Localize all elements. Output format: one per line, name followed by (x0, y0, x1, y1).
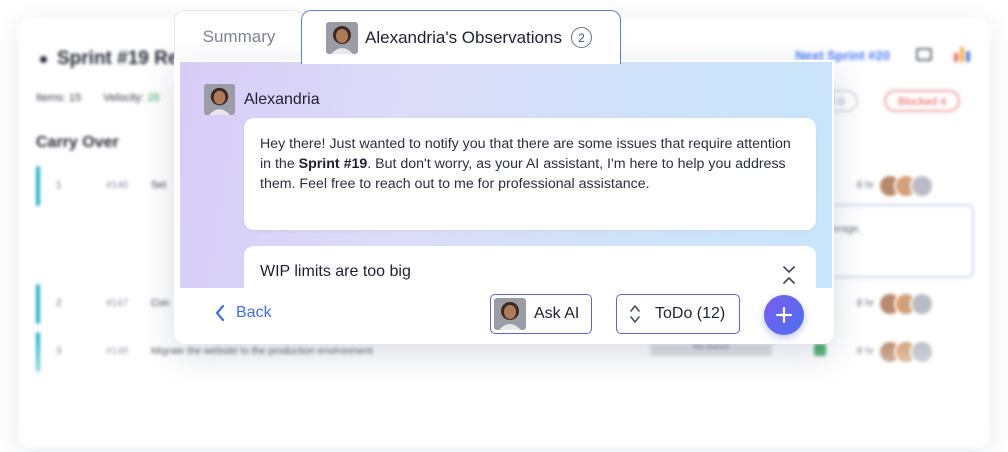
chart-icon[interactable] (954, 46, 970, 62)
avatar-icon (326, 21, 358, 54)
bullet-icon (40, 55, 47, 63)
observations-panel: Alexandria Hey there! Just wanted to not… (174, 60, 834, 344)
status-badge: Not Started (650, 344, 772, 356)
message-bubble: Hey there! Just wanted to notify you tha… (244, 118, 816, 230)
chat-area: Alexandria Hey there! Just wanted to not… (180, 62, 832, 306)
avatar-icon (494, 298, 526, 330)
window-icon[interactable] (916, 48, 932, 61)
chevron-left-icon (215, 304, 225, 322)
add-button[interactable] (764, 295, 804, 335)
assignee-avatars (878, 340, 934, 364)
sort-arrows-icon (630, 305, 640, 323)
plus-icon (775, 306, 793, 324)
tab-observations[interactable]: Alexandria's Observations 2 (301, 10, 621, 64)
message-sender: Alexandria (204, 84, 320, 115)
issue-title: WIP limits are too big (260, 263, 411, 280)
observations-count-badge: 2 (570, 27, 592, 48)
panel-footer: Back Ask AI ToDo (12) (174, 288, 834, 344)
tab-summary[interactable]: Summary (174, 10, 304, 62)
assignee-avatars (878, 292, 934, 316)
back-button[interactable]: Back (214, 304, 272, 322)
assignee-avatars (878, 174, 934, 198)
carry-over-heading: Carry Over (36, 134, 119, 151)
ask-ai-button[interactable]: Ask AI (490, 294, 592, 334)
board-title: Sprint #19 Re (40, 48, 178, 70)
status-indicator (814, 344, 826, 356)
collapse-chevrons-icon[interactable] (782, 264, 796, 286)
blocked-pill[interactable]: Blocked 4 (884, 90, 961, 112)
board-stats: Items: 15 Velocity: 28 (36, 92, 160, 104)
sender-name: Alexandria (244, 90, 320, 108)
detail-card: torage. (818, 204, 974, 278)
todo-button[interactable]: ToDo (12) (616, 294, 740, 334)
avatar-icon (204, 84, 235, 115)
